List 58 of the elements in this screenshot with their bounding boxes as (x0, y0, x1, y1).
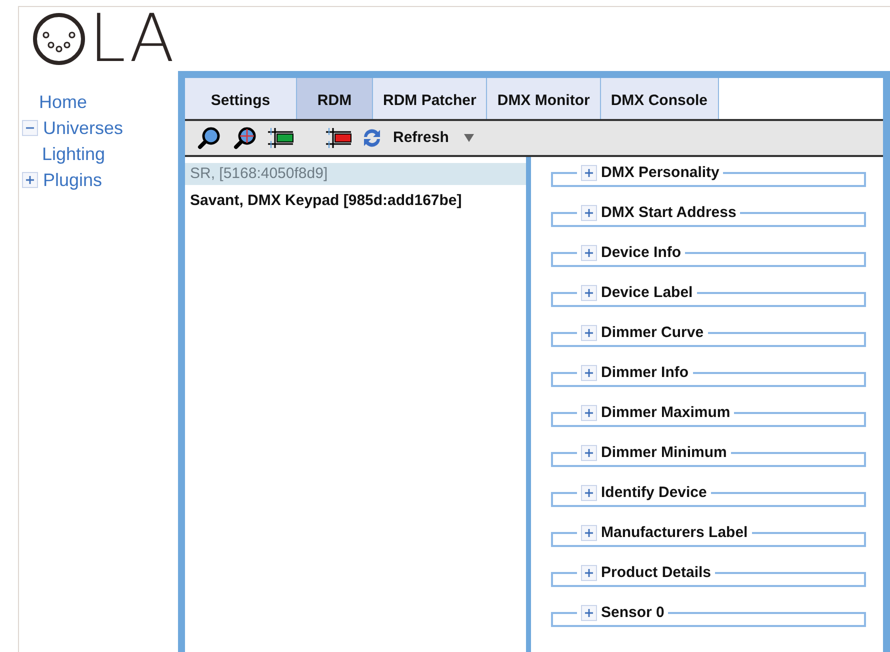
expand-toggle[interactable] (22, 172, 38, 188)
nav-link[interactable]: Plugins (43, 166, 102, 194)
dropdown-caret-icon[interactable] (462, 133, 475, 143)
plus-icon (584, 248, 594, 258)
refresh-button[interactable]: Refresh (393, 126, 449, 150)
expand-toggle[interactable] (581, 165, 597, 181)
connector-logo-icon (31, 11, 87, 67)
zoom-target-icon[interactable] (233, 126, 257, 150)
expand-toggle[interactable] (581, 525, 597, 541)
plus-icon (584, 488, 594, 498)
nav-link[interactable]: Universes (43, 114, 124, 142)
section-title[interactable]: Product Details (601, 562, 712, 584)
expand-toggle[interactable] (581, 285, 597, 301)
collapse-toggle[interactable] (22, 120, 38, 136)
plus-icon (584, 168, 594, 178)
tab[interactable]: DMX Console (600, 78, 719, 119)
expand-toggle[interactable] (581, 245, 597, 261)
expand-toggle[interactable] (581, 605, 597, 621)
tab[interactable]: DMX Monitor (487, 78, 601, 119)
expand-toggle[interactable] (581, 565, 597, 581)
expand-toggle[interactable] (581, 445, 597, 461)
expand-toggle[interactable] (581, 365, 597, 381)
plus-icon (584, 568, 594, 578)
plus-icon (584, 448, 594, 458)
nav-link[interactable]: Lighting (42, 140, 106, 168)
list-row-icon[interactable] (325, 126, 353, 150)
section-title[interactable]: Sensor 0 (601, 602, 664, 624)
section-title[interactable]: Dimmer Maximum (601, 402, 730, 424)
list-row-icon[interactable] (267, 126, 295, 150)
section-title[interactable]: Dimmer Info (601, 362, 689, 384)
section-title[interactable]: Dimmer Curve (601, 322, 704, 344)
plus-icon (584, 608, 594, 618)
section-title[interactable]: DMX Start Address (601, 202, 736, 224)
section-title[interactable]: Dimmer Minimum (601, 442, 727, 464)
tab[interactable]: Settings (185, 78, 297, 119)
plus-icon (584, 408, 594, 418)
nav-link[interactable]: Home (39, 88, 88, 116)
expand-toggle[interactable] (581, 405, 597, 421)
plus-icon (584, 368, 594, 378)
expand-toggle[interactable] (581, 205, 597, 221)
section-title[interactable]: Manufacturers Label (601, 522, 748, 544)
plus-icon (584, 528, 594, 538)
plus-icon (25, 175, 35, 185)
tab[interactable]: RDM (297, 78, 373, 119)
device-item[interactable]: Savant, DMX Keypad [985d:add167be] (185, 190, 526, 212)
section-title[interactable]: DMX Personality (601, 162, 720, 184)
plus-icon (584, 328, 594, 338)
expand-toggle[interactable] (581, 325, 597, 341)
expand-toggle[interactable] (581, 485, 597, 501)
plus-icon (584, 208, 594, 218)
plus-icon (584, 288, 594, 298)
logo-text: LA (89, 6, 176, 72)
section-title[interactable]: Identify Device (601, 482, 707, 504)
section-title[interactable]: Device Label (601, 282, 693, 304)
tab[interactable]: RDM Patcher (373, 78, 488, 119)
refresh-icon[interactable] (361, 127, 383, 149)
section-title[interactable]: Device Info (601, 242, 682, 264)
search-icon[interactable] (197, 126, 221, 150)
